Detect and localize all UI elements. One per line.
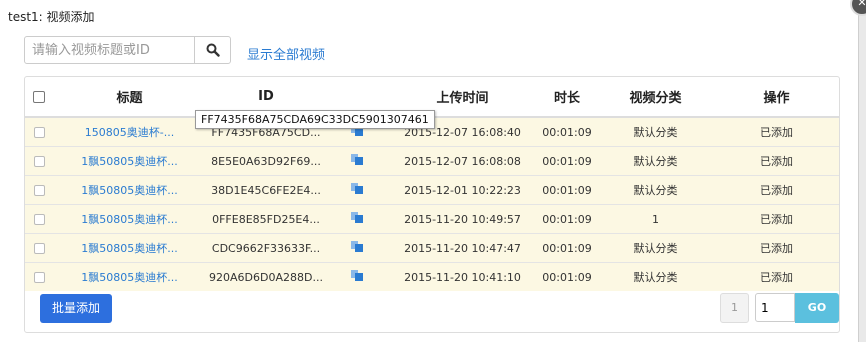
select-all-cell	[25, 77, 53, 118]
row-action: 已添加	[714, 204, 839, 234]
search-input[interactable]	[24, 36, 195, 64]
row-checkbox-cell	[25, 262, 53, 291]
row-id: 38D1E45C6FE2E4...	[206, 175, 326, 205]
row-upload-time: 2015-11-20 10:41:10	[388, 262, 537, 291]
header-duration[interactable]: 时长	[537, 77, 597, 118]
row-action: 已添加	[714, 262, 839, 291]
row-checkbox-cell	[25, 146, 53, 176]
row-checkbox[interactable]	[33, 243, 45, 254]
row-copy-cell	[326, 175, 388, 205]
row-duration: 00:01:09	[537, 233, 597, 263]
row-title[interactable]: 1飘50805奥迪杯...	[53, 233, 206, 263]
row-copy-cell	[326, 146, 388, 176]
row-checkbox-cell	[25, 116, 53, 147]
row-duration: 00:01:09	[537, 204, 597, 234]
batch-add-button[interactable]: 批量添加	[40, 294, 112, 323]
search-icon	[206, 43, 220, 57]
row-copy-cell	[326, 233, 388, 263]
row-checkbox[interactable]	[33, 185, 45, 196]
row-checkbox[interactable]	[33, 214, 45, 225]
row-checkbox-cell	[25, 233, 53, 263]
table-row: 1飘50805奥迪杯... 8E5E0A63D92F69... 2015-12-07…	[25, 146, 839, 176]
row-category: 1	[597, 204, 714, 234]
row-title[interactable]: 1飘50805奥迪杯...	[53, 175, 206, 205]
table-row: 1飘50805奥迪杯... 38D1E45C6FE2E4... 2015-12-01…	[25, 175, 839, 205]
row-checkbox-cell	[25, 175, 53, 205]
row-action: 已添加	[714, 175, 839, 205]
row-copy-cell	[326, 262, 388, 291]
table-row: 1飘50805奥迪杯... 920A6D6D0A288D... 2015-11-20…	[25, 262, 839, 291]
row-category: 默认分类	[597, 146, 714, 176]
row-title[interactable]: 150805奥迪杯-...	[53, 116, 206, 147]
row-checkbox[interactable]	[33, 272, 45, 283]
row-category: 默认分类	[597, 233, 714, 263]
page-number-input[interactable]	[755, 293, 795, 322]
row-checkbox[interactable]	[33, 127, 45, 138]
video-table-panel: 标题 ID 上传时间 时长 视频分类 操作 150805奥迪杯-... FF743…	[24, 76, 840, 333]
row-category: 默认分类	[597, 116, 714, 147]
row-id: CDC9662F33633F...	[206, 233, 326, 263]
row-duration: 00:01:09	[537, 146, 597, 176]
row-checkbox[interactable]	[33, 156, 45, 167]
copy-icon[interactable]	[351, 270, 363, 284]
id-tooltip: FF7435F68A75CDA69C33DC5901307461	[195, 110, 435, 129]
row-upload-time: 2015-12-07 16:08:08	[388, 146, 537, 176]
copy-icon[interactable]	[351, 183, 363, 197]
row-action: 已添加	[714, 146, 839, 176]
row-duration: 00:01:09	[537, 116, 597, 147]
table-row: 1飘50805奥迪杯... CDC9662F33633F... 2015-11-20…	[25, 233, 839, 263]
row-upload-time: 2015-11-20 10:47:47	[388, 233, 537, 263]
header-title[interactable]: 标题	[53, 77, 206, 118]
copy-icon[interactable]	[351, 154, 363, 168]
row-action: 已添加	[714, 116, 839, 147]
dialog-title: test1: 视频添加	[8, 10, 95, 24]
row-category: 默认分类	[597, 262, 714, 291]
row-title[interactable]: 1飘50805奥迪杯...	[53, 204, 206, 234]
page-prev-button[interactable]: 1	[720, 293, 749, 323]
go-button[interactable]: GO	[795, 293, 839, 323]
row-title[interactable]: 1飘50805奥迪杯...	[53, 262, 206, 291]
video-add-dialog: test1: 视频添加 显示全部视频 标题 ID 上传时间 时长	[0, 0, 859, 342]
copy-icon[interactable]	[351, 241, 363, 255]
header-action: 操作	[714, 77, 839, 118]
select-all-checkbox[interactable]	[33, 90, 45, 103]
show-all-videos-link[interactable]: 显示全部视频	[247, 44, 325, 63]
search-button[interactable]	[194, 36, 231, 64]
row-id: 8E5E0A63D92F69...	[206, 146, 326, 176]
row-id: 0FFE8E85FD25E4...	[206, 204, 326, 234]
row-id: 920A6D6D0A288D...	[206, 262, 326, 291]
row-duration: 00:01:09	[537, 262, 597, 291]
row-upload-time: 2015-12-01 10:22:23	[388, 175, 537, 205]
row-action: 已添加	[714, 233, 839, 263]
copy-icon[interactable]	[351, 212, 363, 226]
row-category: 默认分类	[597, 175, 714, 205]
row-checkbox-cell	[25, 204, 53, 234]
row-duration: 00:01:09	[537, 175, 597, 205]
header-category[interactable]: 视频分类	[597, 77, 714, 118]
row-upload-time: 2015-11-20 10:49:57	[388, 204, 537, 234]
table-row: 1飘50805奥迪杯... 0FFE8E85FD25E4... 2015-11-20…	[25, 204, 839, 234]
row-copy-cell	[326, 204, 388, 234]
row-title[interactable]: 1飘50805奥迪杯...	[53, 146, 206, 176]
